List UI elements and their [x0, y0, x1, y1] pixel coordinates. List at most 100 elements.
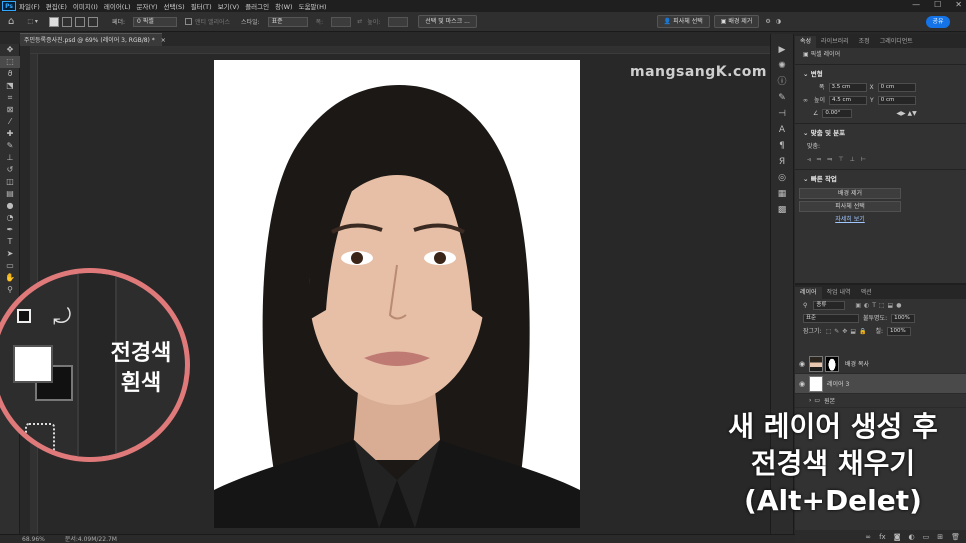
tab-gradients[interactable]: 그레이디언트 — [875, 36, 918, 48]
default-colors-icon[interactable] — [17, 309, 31, 323]
lock-icons[interactable]: ⬚✎✥⬓🔒 — [826, 325, 870, 338]
type-tool-icon[interactable]: T — [0, 236, 20, 248]
width-input[interactable] — [331, 16, 352, 27]
menu-select[interactable]: 선택(S) — [164, 1, 185, 11]
quick-select-subject-button[interactable]: 피사체 선택 — [799, 201, 901, 212]
select-and-mask-button[interactable]: 선택 및 마스크 ... — [418, 15, 477, 28]
close-tab-icon[interactable]: × — [161, 37, 166, 44]
zoom-tool-icon[interactable]: ⚲ — [0, 284, 20, 296]
filter-icons[interactable]: ▣◐T⬚⬓● — [855, 299, 904, 312]
glyphs-icon[interactable]: Я — [771, 154, 793, 170]
x-field[interactable]: 0 cm — [877, 83, 916, 92]
marquee-preset-icon[interactable]: ⬚ ▾ — [27, 18, 38, 25]
pen-tool-icon[interactable]: ✒ — [0, 224, 20, 236]
fx-icon[interactable]: fx — [879, 533, 886, 541]
history-brush-tool-icon[interactable]: ↺ — [0, 164, 20, 176]
brush-settings-icon[interactable]: ✎ — [771, 90, 793, 106]
dodge-tool-icon[interactable]: ◔ — [0, 212, 20, 224]
paragraph-icon[interactable]: ¶ — [771, 138, 793, 154]
menu-image[interactable]: 이미지(I) — [73, 1, 98, 11]
menu-filter[interactable]: 필터(T) — [191, 1, 212, 11]
style-select[interactable]: 표준 — [267, 16, 308, 27]
quick-remove-background-button[interactable]: 배경 제거 — [799, 188, 901, 199]
height-input[interactable] — [388, 16, 409, 27]
minimize-button[interactable]: — — [912, 0, 920, 9]
height-field[interactable]: 4.5 cm — [829, 96, 868, 105]
hand-tool-icon[interactable]: ✋ — [0, 272, 20, 284]
menu-plugins[interactable]: 플러그인 — [245, 1, 269, 11]
document-info[interactable]: 문서:4.09M/22.7M — [65, 536, 117, 543]
patterns-icon[interactable]: ▩ — [771, 202, 793, 218]
chevron-right-icon[interactable]: › — [809, 397, 811, 404]
tab-actions[interactable]: 액션 — [856, 287, 877, 299]
document-canvas-photo[interactable] — [214, 60, 580, 528]
shape-tool-icon[interactable]: ▭ — [0, 260, 20, 272]
blur-tool-icon[interactable]: ● — [0, 200, 20, 212]
frame-tool-icon[interactable]: ⊠ — [0, 104, 20, 116]
info-icon[interactable]: ⓘ — [771, 74, 793, 90]
visibility-eye-icon[interactable]: ◉ — [795, 360, 809, 368]
layer-filter-select[interactable]: 종류 — [813, 301, 846, 310]
quick-mask-icon[interactable] — [25, 423, 55, 453]
link-icon[interactable]: ∞ — [803, 94, 808, 107]
eraser-tool-icon[interactable]: ◫ — [0, 176, 20, 188]
selection-mode-icons[interactable] — [48, 16, 101, 27]
blend-mode-select[interactable]: 표준 — [803, 314, 859, 323]
path-select-tool-icon[interactable]: ➤ — [0, 248, 20, 260]
tab-libraries[interactable]: 라이브러리 — [816, 36, 854, 48]
object-select-tool-icon[interactable]: ⬔ — [0, 80, 20, 92]
share-button[interactable]: 공유 — [926, 16, 950, 28]
brush-tool-icon[interactable]: ✎ — [0, 140, 20, 152]
foreground-color-swatch[interactable] — [13, 345, 53, 383]
menu-layer[interactable]: 레이어(L) — [104, 1, 131, 11]
mode-icon[interactable]: ◑ — [776, 18, 781, 25]
add-mask-icon[interactable]: ◙ — [894, 533, 901, 541]
layer-group-row[interactable]: › ▭ 원본 — [795, 394, 966, 408]
align-section-header[interactable]: ⌄ 맞춤 및 분포 — [795, 127, 966, 140]
link-layers-icon[interactable]: ∞ — [865, 533, 871, 541]
tab-history[interactable]: 작업 내역 — [822, 287, 856, 299]
feather-input[interactable]: 0 픽셀 — [133, 16, 178, 27]
layer-row-selected[interactable]: ◉ 레이어 3 — [795, 374, 966, 394]
swatches-icon[interactable]: ▦ — [771, 186, 793, 202]
menu-view[interactable]: 보기(V) — [218, 1, 239, 11]
settings-icon[interactable]: ⚙ — [765, 18, 770, 25]
character-icon[interactable]: A — [771, 122, 793, 138]
zoom-level[interactable]: 68.96% — [22, 536, 45, 543]
visibility-eye-icon[interactable]: ◉ — [795, 380, 809, 388]
close-button[interactable]: ✕ — [955, 0, 962, 9]
fill-field[interactable]: 100% — [887, 327, 912, 336]
layer-row[interactable]: ◉ 배경 복사 — [795, 354, 966, 374]
marquee-tool-icon[interactable]: ⬚ — [0, 56, 20, 68]
color-icon[interactable]: ✺ — [771, 58, 793, 74]
opacity-field[interactable]: 100% — [891, 314, 916, 323]
swap-colors-icon[interactable]: ⤾ — [53, 305, 71, 330]
flip-icons[interactable]: ◀▶ ▲▼ — [896, 107, 916, 120]
select-subject-button[interactable]: 👤 피사체 선택 — [656, 15, 710, 28]
stamp-tool-icon[interactable]: ⊥ — [0, 152, 20, 164]
document-tab[interactable]: 주민등록증사진.psd @ 69% (레이어 3, RGB/8) * × — [20, 33, 166, 46]
history-icon[interactable]: ▶ — [771, 42, 793, 58]
tab-properties[interactable]: 속성 — [795, 36, 817, 48]
eyedropper-tool-icon[interactable]: ⁄ — [0, 116, 20, 128]
shapes-icon[interactable]: ◎ — [771, 170, 793, 186]
remove-background-button[interactable]: ▣ 배경 제거 — [713, 15, 760, 28]
quick-actions-header[interactable]: ⌄ 빠른 작업 — [795, 173, 966, 186]
menu-file[interactable]: 파일(F) — [19, 1, 40, 11]
layer-mask-thumbnail[interactable] — [825, 355, 839, 372]
transform-section-header[interactable]: ⌄ 변형 — [795, 68, 966, 81]
y-field[interactable]: 0 cm — [877, 96, 916, 105]
lasso-tool-icon[interactable]: ϑ — [0, 68, 20, 80]
width-field[interactable]: 3.5 cm — [828, 83, 867, 92]
horizontal-ruler[interactable] — [30, 46, 770, 54]
crop-tool-icon[interactable]: ⌗ — [0, 92, 20, 104]
maximize-button[interactable]: ☐ — [934, 0, 941, 9]
tab-layers[interactable]: 레이어 — [795, 287, 822, 299]
menu-edit[interactable]: 편집(E) — [46, 1, 67, 11]
new-group-icon[interactable]: ▭ — [923, 533, 930, 541]
menu-type[interactable]: 문자(Y) — [137, 1, 158, 11]
angle-field[interactable]: 0.00° — [822, 109, 853, 118]
align-buttons[interactable]: ⫣⫤⫥⊤⊥⊢ — [795, 153, 966, 166]
healing-brush-tool-icon[interactable]: ✚ — [0, 128, 20, 140]
menu-window[interactable]: 창(W) — [275, 1, 292, 11]
